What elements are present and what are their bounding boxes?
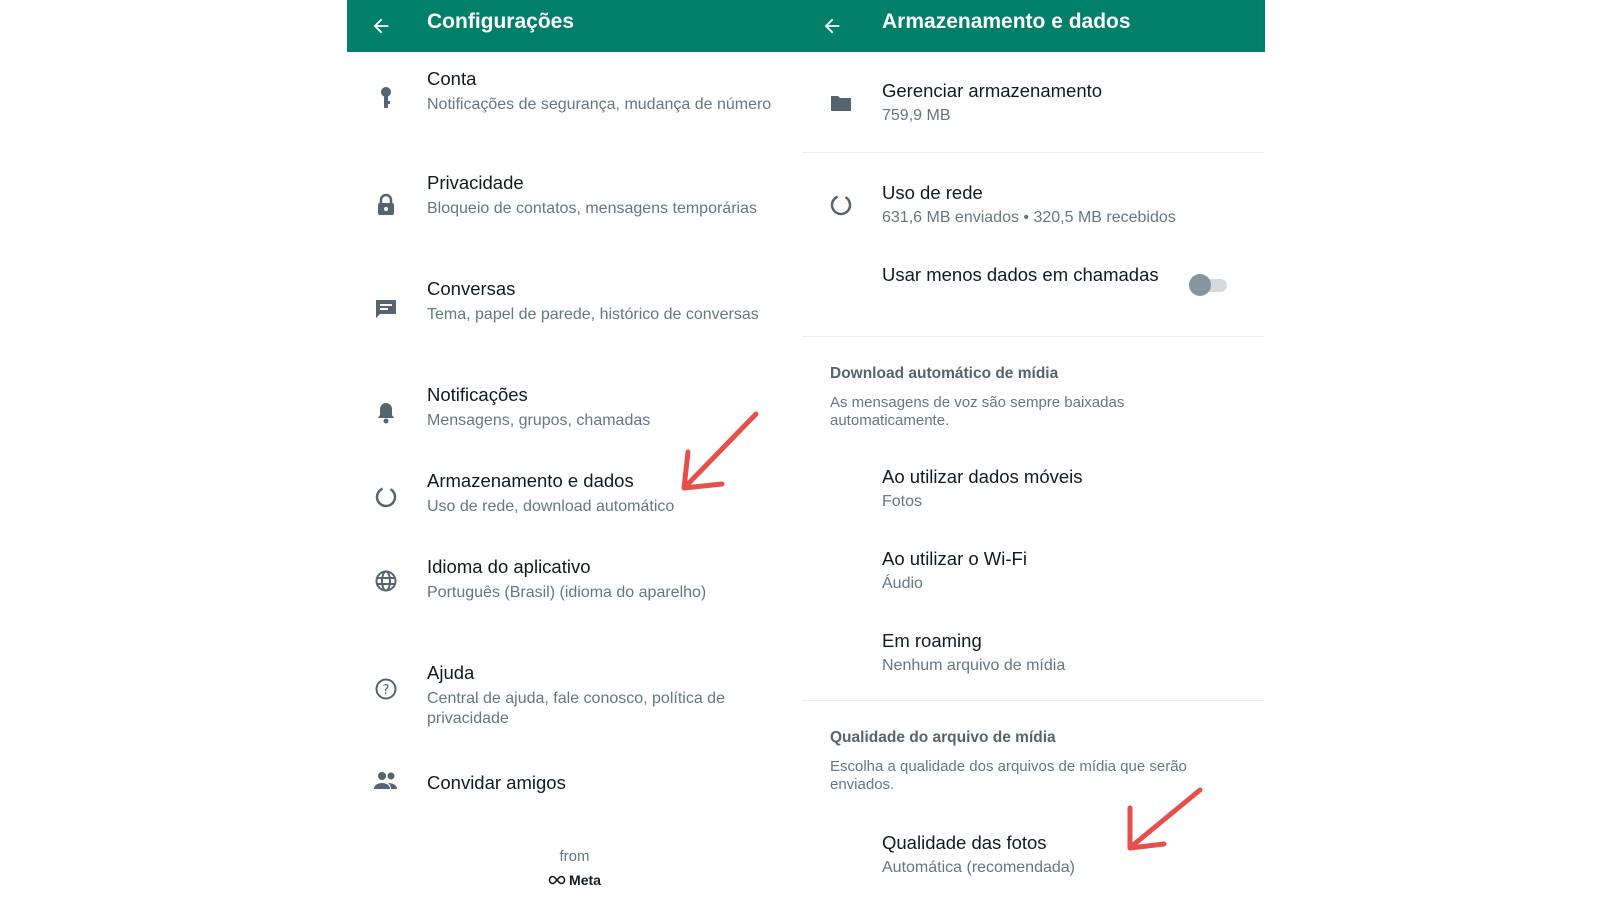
item-title: Ajuda — [427, 662, 475, 683]
divider — [802, 700, 1265, 701]
section-title: Download automático de mídia — [830, 365, 1059, 382]
back-button[interactable] — [816, 10, 848, 42]
divider — [802, 152, 1265, 153]
page-title: Armazenamento e dados — [882, 10, 1131, 33]
storage-app-bar: Armazenamento e dados — [802, 0, 1265, 52]
auto-download-wifi-item[interactable]: Ao utilizar o Wi-Fi Áudio — [802, 544, 1265, 600]
auto-download-section: Download automático de mídia As mensagen… — [830, 364, 1235, 430]
back-button[interactable] — [365, 10, 397, 42]
folder-icon — [828, 90, 854, 116]
item-subtitle: 631,6 MB enviados • 320,5 MB recebidos — [882, 209, 1176, 226]
less-data-toggle[interactable] — [1189, 274, 1227, 296]
settings-item-conta[interactable]: Conta Notificações de segurança, mudança… — [347, 62, 802, 140]
less-data-calls-item[interactable]: Usar menos dados em chamadas — [802, 258, 1265, 322]
item-title: Usar menos dados em chamadas — [882, 264, 1159, 285]
settings-screen: Configurações Conta Notificações de segu… — [347, 0, 802, 900]
item-title: Uso de rede — [882, 182, 983, 203]
footer-from-text: from — [559, 848, 590, 865]
auto-download-mobile-item[interactable]: Ao utilizar dados móveis Fotos — [802, 462, 1265, 518]
item-title: Idioma do aplicativo — [427, 556, 591, 577]
meta-infinity-icon — [548, 875, 566, 885]
meta-logo: Meta — [347, 872, 802, 888]
annotation-arrow — [1127, 787, 1203, 851]
item-title: Conta — [427, 68, 477, 89]
divider — [802, 336, 1265, 337]
data-usage-icon — [373, 484, 399, 510]
arrow-left-icon — [824, 18, 840, 34]
item-title: Conversas — [427, 278, 516, 299]
settings-item-privacidade[interactable]: Privacidade Bloqueio de contatos, mensag… — [347, 166, 802, 244]
people-icon — [373, 768, 399, 794]
item-title: Em roaming — [882, 630, 982, 651]
globe-icon — [373, 568, 399, 594]
item-subtitle: Uso de rede, download automático — [427, 498, 675, 515]
item-title: Ao utilizar dados móveis — [882, 466, 1083, 487]
settings-item-ajuda[interactable]: ? Ajuda Central de ajuda, fale conosco, … — [347, 656, 802, 734]
page-title: Configurações — [427, 10, 575, 33]
item-subtitle: Notificações de segurança, mudança de nú… — [427, 96, 772, 113]
item-subtitle: Automática (recomendada) — [882, 859, 1075, 876]
item-title: Convidar amigos — [427, 772, 566, 793]
annotation-arrow — [681, 411, 759, 491]
meta-brand-text: Meta — [569, 872, 601, 888]
auto-download-roaming-item[interactable]: Em roaming Nenhum arquivo de mídia — [802, 626, 1265, 682]
lock-icon — [373, 192, 399, 218]
item-subtitle: Português (Brasil) (idioma do aparelho) — [427, 584, 707, 601]
data-usage-icon — [828, 192, 854, 218]
arrow-left-icon — [373, 18, 389, 34]
item-title: Notificações — [427, 384, 528, 405]
section-title: Qualidade do arquivo de mídia — [830, 729, 1056, 746]
item-title: Ao utilizar o Wi-Fi — [882, 548, 1027, 569]
bell-icon — [373, 400, 399, 426]
settings-item-conversas[interactable]: Conversas Tema, papel de parede, históri… — [347, 272, 802, 350]
item-subtitle: Bloqueio de contatos, mensagens temporár… — [427, 200, 757, 217]
item-subtitle: Fotos — [882, 493, 923, 510]
item-subtitle: 759,9 MB — [882, 107, 951, 124]
item-subtitle: Central de ajuda, fale conosco, política… — [427, 690, 725, 727]
help-icon: ? — [373, 676, 399, 702]
chat-icon — [373, 296, 399, 322]
item-subtitle: Áudio — [882, 575, 923, 592]
toggle-thumb — [1189, 274, 1211, 296]
item-title: Privacidade — [427, 172, 524, 193]
storage-data-screen: Armazenamento e dados Gerenciar armazena… — [802, 0, 1265, 900]
settings-item-idioma[interactable]: Idioma do aplicativo Português (Brasil) … — [347, 550, 802, 628]
manage-storage-item[interactable]: Gerenciar armazenamento 759,9 MB — [802, 76, 1265, 134]
item-subtitle: Tema, papel de parede, histórico de conv… — [427, 306, 759, 323]
settings-item-convidar[interactable]: Convidar amigos — [347, 762, 802, 802]
svg-text:?: ? — [383, 683, 390, 698]
key-icon — [373, 86, 399, 112]
item-title: Gerenciar armazenamento — [882, 80, 1103, 101]
item-subtitle: Nenhum arquivo de mídia — [882, 657, 1066, 674]
network-usage-item[interactable]: Uso de rede 631,6 MB enviados • 320,5 MB… — [802, 176, 1265, 234]
settings-app-bar: Configurações — [347, 0, 802, 52]
section-description: As mensagens de voz são sempre baixadas … — [830, 394, 1125, 429]
